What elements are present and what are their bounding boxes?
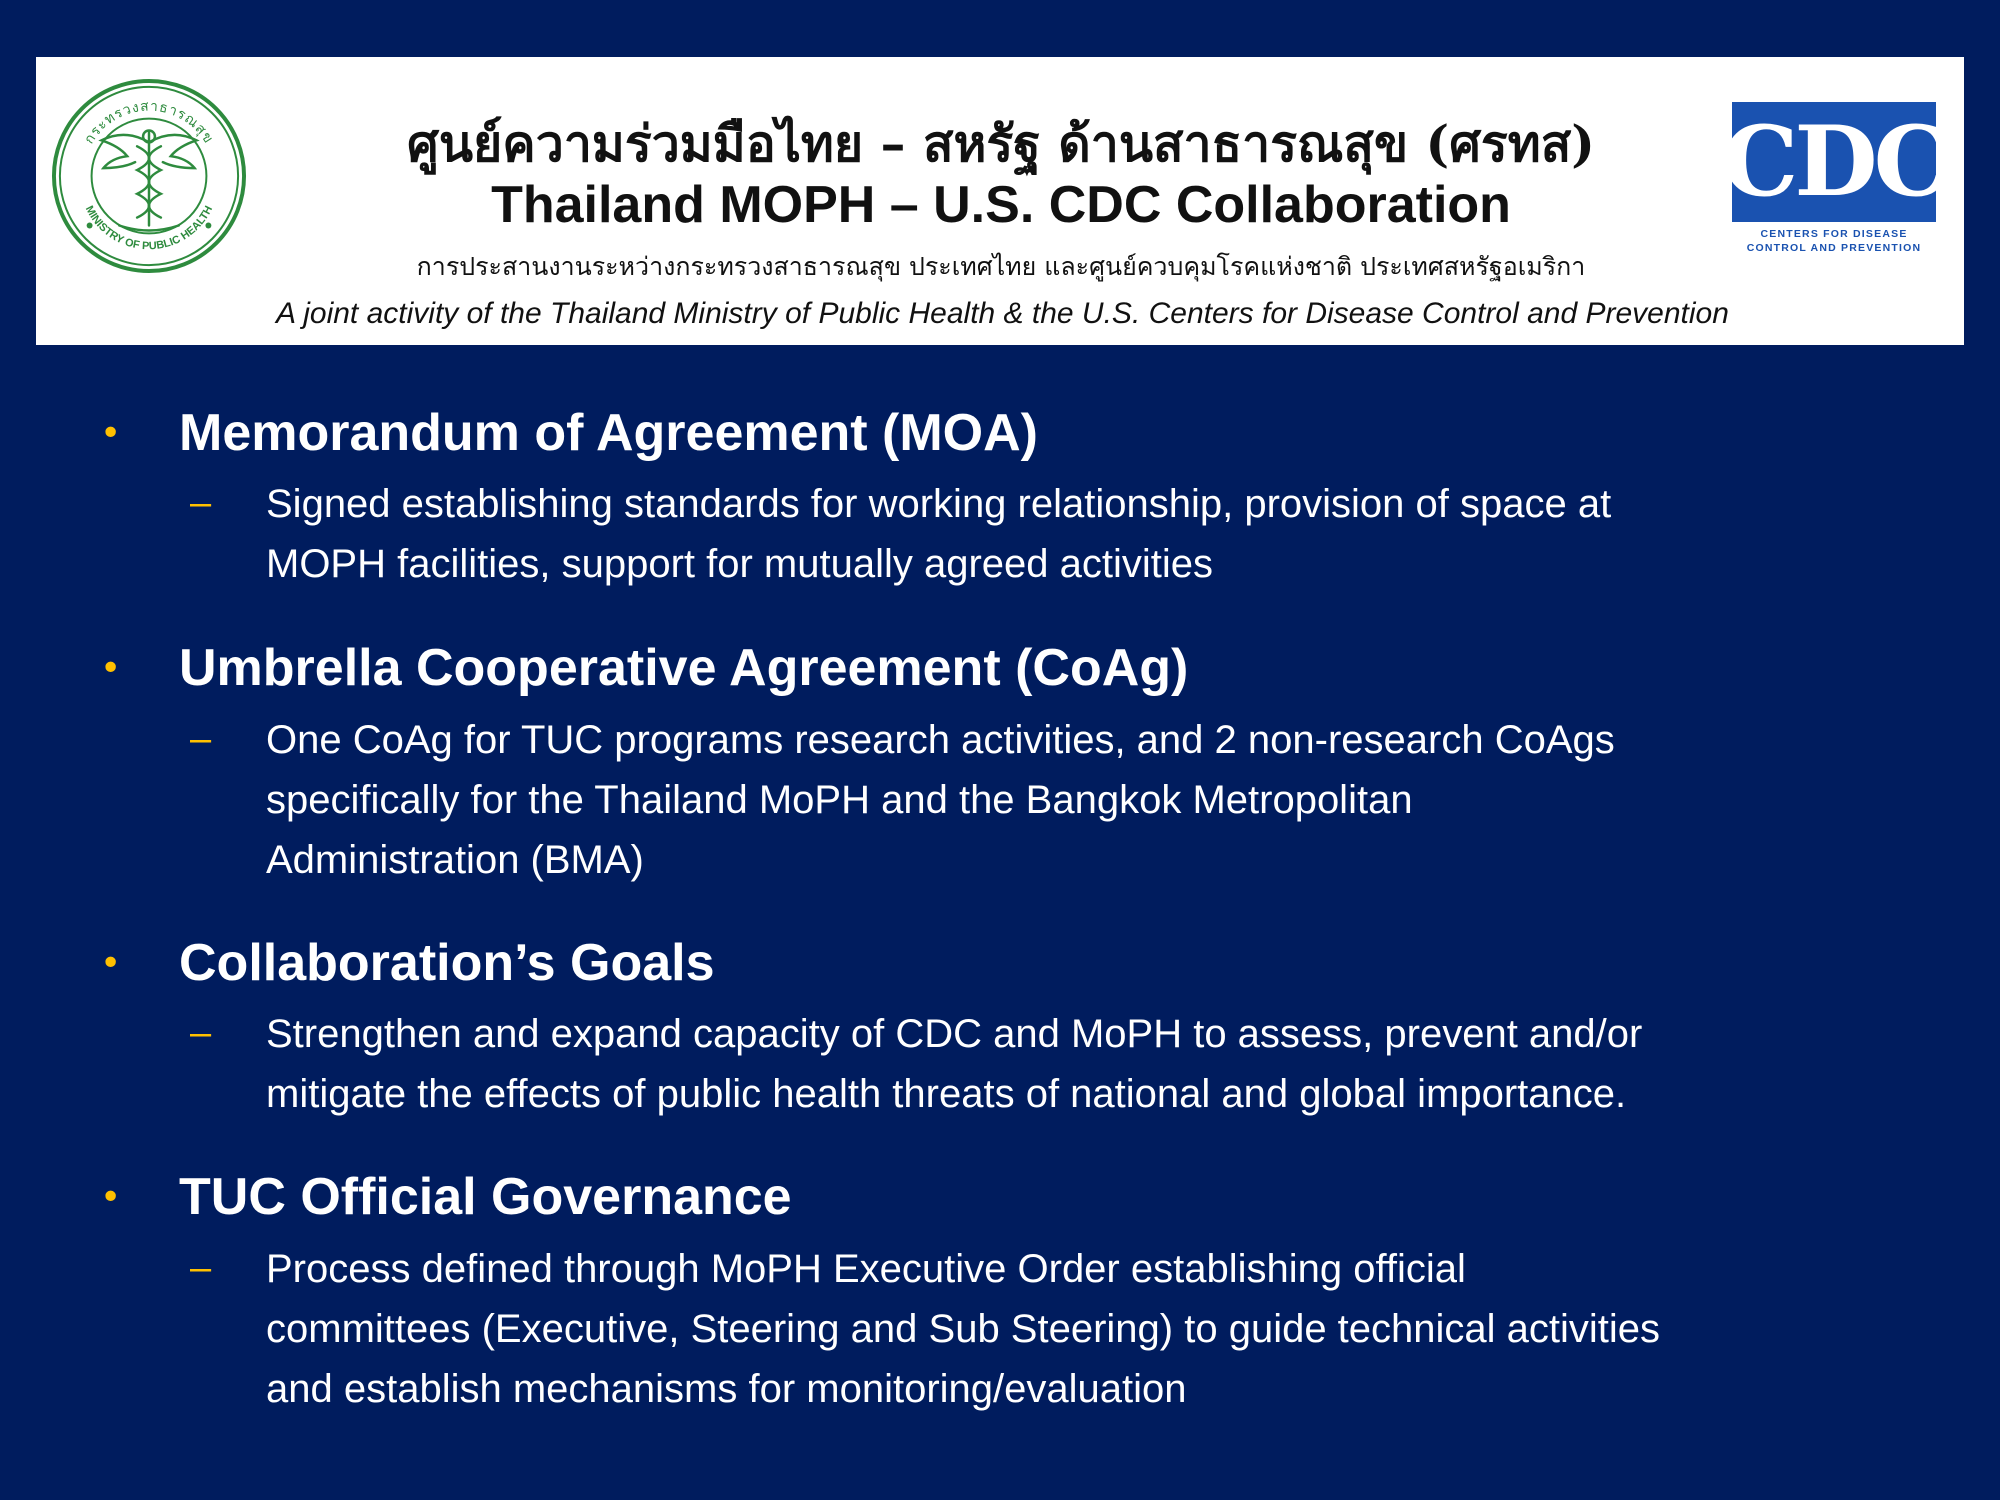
dash-marker: – [190,718,212,760]
section-heading-governance: TUC Official Governance [179,1168,792,1226]
slide-content: • Memorandum of Agreement (MOA) – Signed… [0,0,2000,1500]
dash-marker: – [190,1012,212,1054]
dash-marker: – [190,482,212,524]
bullet-dot: • [100,943,122,984]
bullet-dot: • [100,413,122,454]
section-heading-goals: Collaboration’s Goals [179,934,715,992]
dash-marker: – [190,1247,212,1289]
bullet-dot: • [100,1177,122,1218]
section-text-governance: Process defined through MoPH Executive O… [266,1247,1661,1411]
section-text-coag: One CoAg for TUC programs research activ… [266,718,1615,882]
section-heading-coag: Umbrella Cooperative Agreement (CoAg) [179,639,1189,697]
section-text-goals: Strengthen and expand capacity of CDC an… [266,1012,1643,1116]
section-text-moa: Signed establishing standards for workin… [266,482,1612,586]
bullet-dot: • [100,648,122,689]
section-heading-moa: Memorandum of Agreement (MOA) [179,404,1038,462]
